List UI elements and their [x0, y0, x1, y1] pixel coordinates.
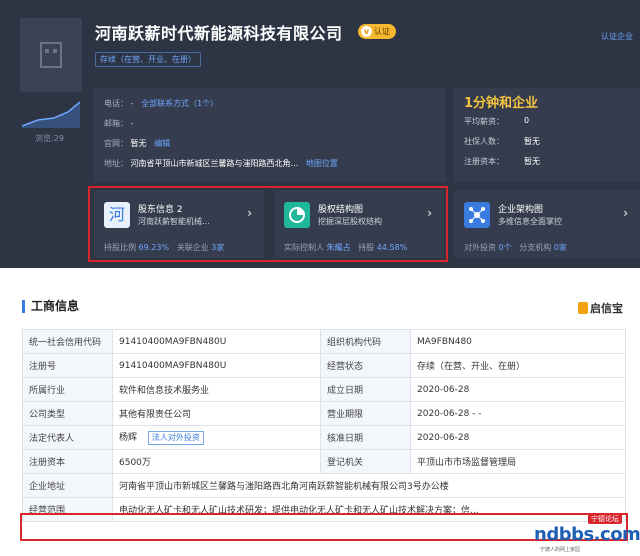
- card-subtitle: 多维信息全面掌控: [498, 217, 562, 226]
- brand-icon: [578, 302, 588, 314]
- address-row: 地址： 河南省平顶山市新城区兰馨路与滍阳路西北角... 地图位置: [104, 159, 338, 168]
- business-info-table: 统一社会信用代码 91410400MA9FBN480U 组织机构代码 MA9FB…: [22, 329, 626, 522]
- section-title: 工商信息: [22, 300, 79, 313]
- salary-row: 平均薪资： 0: [464, 116, 530, 126]
- highlight-box: [88, 186, 448, 262]
- table-row: 统一社会信用代码 91410400MA9FBN480U 组织机构代码 MA9FB…: [22, 329, 626, 354]
- table-row: 企业地址 河南省平顶山市新城区兰馨路与滍阳路西北角河南跃薪智能机械有限公司3号办…: [22, 473, 626, 498]
- company-header: 浏览:29 河南跃薪时代新能源科技有限公司 v 认证 存续（在营、开业、在册） …: [0, 0, 640, 268]
- watermark-tag: 宁德论坛: [588, 514, 622, 524]
- table-row: 注册资本 6500万 登记机关 平顶山市市场监督管理局: [22, 449, 626, 474]
- brand-logo: 启信宝: [578, 300, 623, 316]
- all-contacts-link[interactable]: 全部联系方式（1个）: [141, 99, 218, 108]
- insured-row: 社保人数： 暂无: [464, 137, 540, 146]
- table-row: 法定代表人 杨辉 法人对外投资 核准日期 2020-06-28: [22, 425, 626, 450]
- card-footer: 对外投资 0个 分支机构 0家: [464, 243, 567, 252]
- verify-company-link[interactable]: 认证企业: [601, 31, 633, 42]
- capital-row: 注册资本： 暂无: [464, 157, 540, 166]
- cert-label: 认证: [374, 27, 390, 36]
- website-row: 官网： 暂无 编辑: [104, 139, 171, 148]
- phone-row: 电话： - 全部联系方式（1个）: [104, 99, 219, 108]
- table-row: 公司类型 其他有限责任公司 营业期限 2020-06-28 - -: [22, 401, 626, 426]
- org-chart-icon: [464, 202, 490, 228]
- email-row: 邮箱： -: [104, 119, 134, 128]
- views-trend-chart: [21, 101, 81, 128]
- watermark: ndbbs.com: [534, 524, 640, 545]
- legal-investment-button[interactable]: 法人对外投资: [147, 431, 204, 445]
- building-icon: [40, 42, 62, 68]
- views-count: 浏览:29: [35, 134, 64, 143]
- verified-icon: v: [361, 26, 372, 37]
- chevron-right-icon: ›: [623, 206, 628, 220]
- card-title: 企业架构图: [498, 205, 544, 215]
- map-location-link[interactable]: 地图位置: [306, 159, 338, 168]
- watermark-subtitle: 宁德人的网上家园: [540, 547, 581, 553]
- org-structure-card[interactable]: 企业架构图 多维信息全面掌控 › 对外投资 0个 分支机构 0家: [454, 190, 640, 258]
- cert-badge[interactable]: v 认证: [358, 24, 396, 39]
- edit-website-link[interactable]: 编辑: [154, 139, 170, 148]
- quick-stats-title: 1分钟和企业: [464, 96, 539, 111]
- legal-rep-name[interactable]: 杨辉: [119, 433, 137, 443]
- table-row: 所属行业 软件和信息技术服务业 成立日期 2020-06-28: [22, 377, 626, 402]
- contact-info-panel: 电话： - 全部联系方式（1个） 邮箱： - 官网： 暂无 编辑 地址： 河南省…: [94, 88, 446, 182]
- table-row: 注册号 91410400MA9FBN480U 经营状态 存续（在营、开业、在册）: [22, 353, 626, 378]
- status-badge: 存续（在营、开业、在册）: [95, 52, 201, 67]
- quick-stats-panel: 1分钟和企业 平均薪资： 0 社保人数： 暂无 注册资本： 暂无: [454, 88, 640, 182]
- company-name: 河南跃薪时代新能源科技有限公司: [95, 24, 343, 43]
- company-logo: [20, 18, 82, 92]
